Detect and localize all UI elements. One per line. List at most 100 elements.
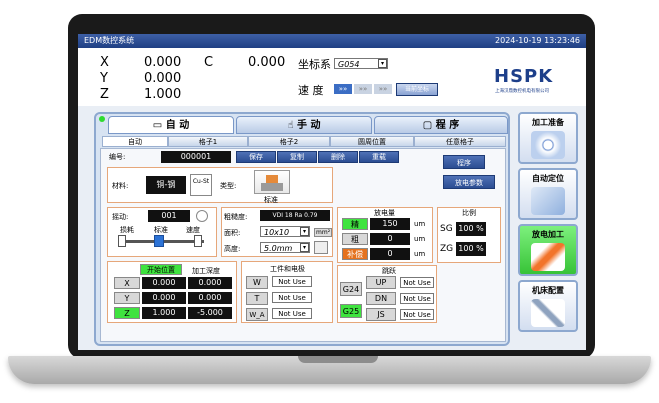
side-prep-button[interactable]: 加工准备 — [518, 112, 578, 164]
shake-value[interactable]: 001 — [148, 210, 190, 222]
program-no-value[interactable]: 000001 — [161, 151, 231, 163]
hand-icon: ☝ — [287, 120, 294, 131]
speed-mid-icon[interactable]: »» — [354, 84, 372, 94]
side-menu: 加工准备 自动定位 放电加工 机床配置 — [516, 112, 582, 346]
axis-y-value: 0.000 — [144, 71, 182, 86]
allowance-title: 放电量 — [374, 209, 395, 217]
ratio-sg-value[interactable]: 100 % — [456, 222, 486, 236]
axis-x-value: 0.000 — [144, 55, 182, 70]
subtab-auto[interactable]: 自动 — [102, 136, 168, 147]
clipboard-icon — [531, 187, 565, 215]
brand-company: 上海汉鼎数控机电有限公司 — [495, 89, 549, 94]
depth-y-axis[interactable]: Y — [114, 292, 140, 304]
electrode-type-icon[interactable] — [254, 170, 290, 194]
program-button[interactable]: 程序 — [443, 155, 485, 169]
side-autoposition-button[interactable]: 自动定位 — [518, 168, 578, 220]
ratio-zg-value[interactable]: 100 % — [456, 242, 486, 256]
shake-box: 摇动: 001 损耗 标准 速度 — [107, 207, 217, 257]
area-label: 面积: — [224, 229, 241, 237]
depth-z-depth[interactable]: -5.000 — [188, 307, 232, 319]
allowance-fine-value[interactable]: 150 — [370, 218, 410, 230]
workpiece-w-label[interactable]: W — [246, 276, 268, 289]
axis-y-label: Y — [100, 71, 108, 86]
depth-label: 加工深度 — [192, 267, 220, 275]
side-machine-config-button[interactable]: 机床配置 — [518, 280, 578, 332]
jump-title: 跳跃 — [382, 267, 396, 275]
g25-button[interactable]: G25 — [340, 304, 362, 318]
jump-up-label[interactable]: UP — [366, 276, 396, 289]
main-panel: ▭ 自 动 ☝ 手 动 ▢ 程 序 自动 格子1 格子2 圆周位置 任意格子 编… — [94, 112, 510, 346]
jump-box: 跳跃 G24 G25 UP Not Use DN Not Use JS Not … — [337, 265, 437, 323]
jump-dn-label[interactable]: DN — [366, 292, 396, 305]
ratio-zg-label: ZG — [440, 244, 454, 254]
allowance-comp-label[interactable]: 补偿 — [342, 248, 368, 260]
depth-z-start[interactable]: 1.000 — [142, 307, 186, 319]
standard-label: 标准 — [154, 226, 168, 234]
subtab-grid1[interactable]: 格子1 — [168, 136, 248, 147]
axis-z-label: Z — [100, 87, 109, 102]
roughness-box: 粗糙度: VDI 18 Ra 0.79 面积: 10x10 ▾ mm² 高度: 5… — [221, 207, 333, 257]
copy-button[interactable]: 复制 — [277, 151, 317, 163]
allowance-rough-value[interactable]: 0 — [370, 233, 410, 245]
depth-y-start[interactable]: 0.000 — [142, 292, 186, 304]
allowance-comp-value[interactable]: 0 — [370, 248, 410, 260]
tab-auto[interactable]: ▭ 自 动 — [108, 116, 234, 134]
speed-fast-icon[interactable]: »» — [334, 84, 352, 94]
height-select[interactable]: 5.0mm ▾ — [260, 242, 310, 253]
jump-js-label[interactable]: JS — [366, 308, 396, 321]
depth-z-axis[interactable]: Z — [114, 307, 140, 319]
jump-up-value[interactable]: Not Use — [400, 277, 434, 288]
type-label: 类型: — [220, 182, 237, 190]
workpiece-box: 工件和电极 W Not Use T Not Use W_A Not Use — [241, 261, 333, 323]
tab-manual[interactable]: ☝ 手 动 — [236, 116, 372, 134]
workpiece-wa-value[interactable]: Not Use — [272, 308, 312, 319]
workpiece-w-value[interactable]: Not Use — [272, 276, 312, 287]
axis-c-label: C — [204, 55, 214, 70]
reload-button[interactable]: 重载 — [359, 151, 399, 163]
coord-system-value: G054 — [338, 60, 360, 69]
subtab-any-grid[interactable]: 任意格子 — [414, 136, 506, 147]
current-coord-button[interactable]: 当前坐标 — [396, 83, 438, 96]
side-discharge-button[interactable]: 放电加工 — [518, 224, 578, 276]
delete-button[interactable]: 删除 — [318, 151, 358, 163]
material-value[interactable]: 铜-钢 — [146, 176, 186, 194]
coord-system-label: 坐标系 — [298, 58, 331, 71]
depth-x-depth[interactable]: 0.000 — [188, 277, 232, 289]
start-position-label[interactable]: 开始位置 — [140, 264, 182, 275]
speed-slow-icon[interactable]: »» — [374, 84, 392, 94]
shake-slider-thumb[interactable] — [154, 235, 164, 247]
depth-y-depth[interactable]: 0.000 — [188, 292, 232, 304]
allowance-fine-label[interactable]: 精 — [342, 218, 368, 230]
save-button[interactable]: 保存 — [236, 151, 276, 163]
height-ruler-icon[interactable] — [314, 241, 328, 254]
roughness-label: 粗糙度: — [224, 213, 248, 221]
shake-info-icon[interactable] — [196, 210, 208, 222]
depth-box: 开始位置 加工深度 X 0.000 0.000 Y 0.000 0.000 Z … — [107, 261, 237, 323]
workpiece-wa-label[interactable]: W_A — [246, 308, 268, 321]
g24-button[interactable]: G24 — [340, 282, 362, 296]
roughness-value[interactable]: VDI 18 Ra 0.79 — [260, 210, 330, 221]
tab-program[interactable]: ▢ 程 序 — [374, 116, 508, 134]
axis-x-label: X — [100, 55, 109, 70]
ratio-title: 比例 — [462, 209, 476, 217]
depth-x-start[interactable]: 0.000 — [142, 277, 186, 289]
area-select[interactable]: 10x10 ▾ — [260, 226, 310, 237]
workpiece-t-value[interactable]: Not Use — [272, 292, 312, 303]
material-cu-icon: Cu-St — [190, 174, 212, 196]
jump-js-value[interactable]: Not Use — [400, 309, 434, 320]
shake-label: 摇动: — [112, 213, 129, 221]
chevron-down-icon: ▾ — [378, 59, 387, 68]
subtab-grid2[interactable]: 格子2 — [248, 136, 330, 147]
material-label: 材料: — [112, 182, 129, 190]
depth-x-axis[interactable]: X — [114, 277, 140, 289]
jump-dn-value[interactable]: Not Use — [400, 293, 434, 304]
allowance-rough-label[interactable]: 粗 — [342, 233, 368, 245]
subtab-circle[interactable]: 圆周位置 — [330, 136, 414, 147]
material-box: 材料: 铜-钢 Cu-St 类型: 标准 — [107, 167, 333, 204]
discharge-params-button[interactable]: 放电参数 — [443, 175, 495, 189]
coord-system-select[interactable]: G054 ▾ — [334, 58, 388, 69]
coordinate-panel: X 0.000 Y 0.000 Z 1.000 C 0.000 坐标系 G054… — [78, 48, 586, 106]
workpiece-t-label[interactable]: T — [246, 292, 268, 305]
brand-logo: HSPK — [494, 66, 554, 87]
axis-z-value: 1.000 — [144, 87, 182, 102]
